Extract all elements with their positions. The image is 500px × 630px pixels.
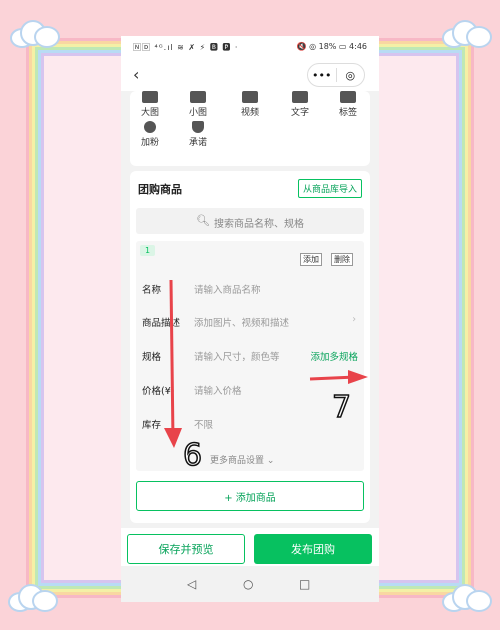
annotation-arrowhead-right	[348, 370, 368, 384]
annotation-number-6: 6	[182, 437, 203, 474]
annotation-arrow-down	[169, 279, 175, 441]
annotation-layer	[164, 279, 368, 448]
annotation-number-7: 7	[331, 389, 352, 426]
annotation-arrowhead-down	[164, 428, 182, 448]
